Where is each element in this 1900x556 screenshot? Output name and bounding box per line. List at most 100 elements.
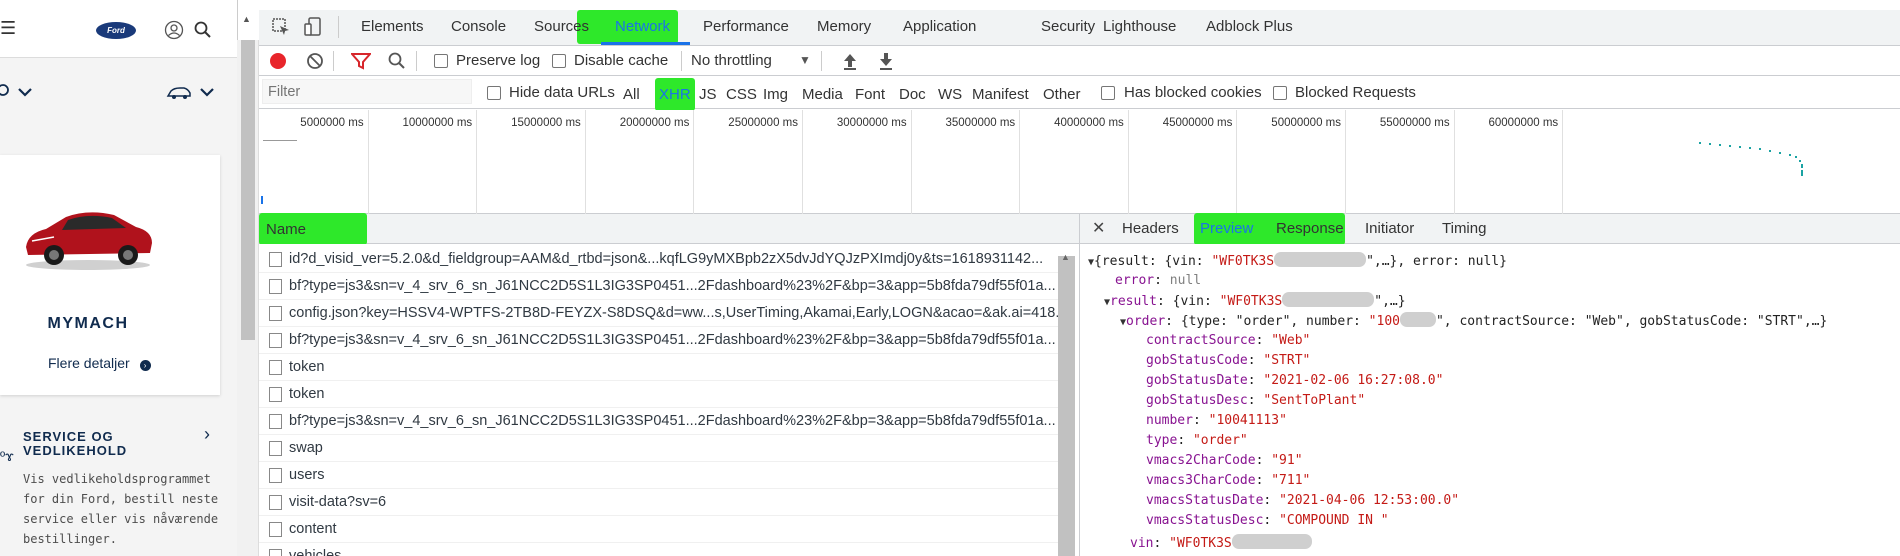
disable-cache-label: Disable cache — [574, 52, 669, 69]
json-value-tail: ",…} — [1374, 294, 1406, 309]
filter-placeholder: Filter — [268, 84, 301, 100]
timeline-gridline — [1127, 110, 1129, 214]
json-value: "WF0TK3S — [1169, 536, 1232, 551]
preserve-log-checkbox[interactable] — [434, 54, 448, 68]
name-column-header[interactable]: Name — [266, 221, 306, 238]
vehicle-card[interactable]: MYMACH Flere detaljer › — [0, 155, 220, 395]
toolbar-separator — [681, 51, 682, 71]
dropdown-arrow-icon[interactable]: ▼ — [799, 53, 811, 67]
tab-performance[interactable]: Performance — [703, 18, 789, 35]
filter-type-media[interactable]: Media — [802, 86, 843, 103]
import-har-icon[interactable] — [842, 52, 858, 70]
blocked-requests-checkbox[interactable] — [1273, 86, 1287, 100]
hide-data-urls-checkbox[interactable] — [487, 86, 501, 100]
filter-type-manifest[interactable]: Manifest — [972, 86, 1029, 103]
search-dropdown-icon[interactable] — [0, 84, 34, 102]
scroll-up-arrow-icon[interactable]: ▲ — [1061, 252, 1070, 262]
inspect-element-icon[interactable] — [271, 17, 291, 37]
request-row[interactable]: visit-data?sv=6 — [259, 489, 1059, 516]
has-blocked-cookies-checkbox[interactable] — [1101, 86, 1115, 100]
tab-timing[interactable]: Timing — [1442, 220, 1486, 237]
request-row[interactable]: config.json?key=HSSV4-WPTFS-2TB8D-FEYZX-… — [259, 300, 1059, 327]
json-vin-line: vin: "WF0TK3S — [1130, 534, 1312, 552]
car-dropdown-icon[interactable] — [166, 84, 218, 102]
timeline-tick-label: 55000000 ms — [1379, 117, 1450, 129]
tab-lighthouse[interactable]: Lighthouse — [1103, 18, 1176, 35]
document-icon — [269, 495, 282, 510]
device-toolbar-icon[interactable] — [303, 16, 323, 38]
json-root-line[interactable]: ▼{result: {vin: "WF0TK3S ",…}, error: nul… — [1088, 252, 1507, 271]
ford-logo[interactable]: Ford — [96, 22, 136, 39]
tab-initiator[interactable]: Initiator — [1365, 220, 1414, 237]
filter-type-img[interactable]: Img — [763, 86, 788, 103]
clear-icon[interactable] — [306, 52, 324, 70]
ford-header: ☰ Ford — [0, 0, 237, 58]
json-key: contractSource — [1146, 333, 1256, 348]
request-row[interactable]: vehicles — [259, 543, 1059, 556]
filter-type-xhr[interactable]: XHR — [659, 86, 691, 103]
toolbar-separator — [333, 51, 334, 71]
filter-input[interactable]: Filter — [262, 79, 472, 104]
filter-type-doc[interactable]: Doc — [899, 86, 926, 103]
request-row[interactable]: id?d_visid_ver=5.2.0&d_fieldgroup=AAM&d_… — [259, 246, 1059, 273]
json-field-line: number: "10041113" — [1146, 413, 1287, 428]
chevron-right-icon[interactable]: › — [204, 424, 210, 445]
toolbar-separator — [416, 51, 417, 71]
request-row[interactable]: bf?type=js3&sn=v_4_srv_6_sn_J61NCC2D5S1L… — [259, 408, 1059, 435]
json-key: gobStatusCode — [1146, 353, 1248, 368]
tab-memory[interactable]: Memory — [817, 18, 871, 35]
request-row[interactable]: bf?type=js3&sn=v_4_srv_6_sn_J61NCC2D5S1L… — [259, 327, 1059, 354]
requests-scrollbar-thumb[interactable] — [1058, 256, 1075, 556]
tab-application[interactable]: Application — [903, 18, 976, 35]
request-row[interactable]: swap — [259, 435, 1059, 462]
export-har-icon[interactable] — [878, 52, 894, 70]
tab-headers[interactable]: Headers — [1122, 220, 1179, 237]
json-result-line[interactable]: ▼result: {vin: "WF0TK3S ",…} — [1104, 292, 1406, 311]
timeline-tick-label: 15000000 ms — [511, 117, 581, 129]
tab-preview[interactable]: Preview — [1200, 220, 1253, 237]
json-value: null — [1169, 273, 1202, 288]
request-row[interactable]: users — [259, 462, 1059, 489]
json-field-line: vmacsStatusDate: "2021-04-06 12:53:00.0" — [1146, 493, 1460, 508]
tab-sources[interactable]: Sources — [534, 18, 589, 35]
close-icon[interactable]: ✕ — [1092, 218, 1105, 238]
request-row[interactable]: token — [259, 381, 1059, 408]
redacted-value — [1274, 252, 1367, 267]
has-blocked-cookies-label: Has blocked cookies — [1124, 84, 1262, 101]
request-row[interactable]: bf?type=js3&sn=v_4_srv_6_sn_J61NCC2D5S1L… — [259, 273, 1059, 300]
timeline-gridline — [367, 110, 369, 214]
timeline-gridline — [1562, 110, 1564, 214]
filter-type-all[interactable]: All — [623, 86, 640, 103]
filter-type-js[interactable]: JS — [699, 86, 717, 103]
request-row[interactable]: content — [259, 516, 1059, 543]
scroll-up-arrow-icon[interactable]: ▲ — [242, 14, 251, 24]
tab-network[interactable]: Network — [615, 18, 670, 35]
filter-type-ws[interactable]: WS — [938, 86, 962, 103]
json-field-line: gobStatusDesc: "SentToPlant" — [1146, 393, 1366, 408]
search-icon[interactable] — [388, 52, 406, 70]
tab-adblock-plus[interactable]: Adblock Plus — [1206, 18, 1293, 35]
tab-elements[interactable]: Elements — [361, 18, 424, 35]
filter-icon[interactable] — [351, 52, 371, 70]
page-scrollbar-thumb[interactable] — [241, 40, 255, 340]
json-order-line[interactable]: ▼order: {type: "order", number: "100 ", c… — [1120, 312, 1827, 331]
request-name: bf?type=js3&sn=v_4_srv_6_sn_J61NCC2D5S1L… — [289, 278, 1056, 294]
request-name: users — [289, 467, 325, 483]
request-row[interactable]: token — [259, 354, 1059, 381]
user-account-icon[interactable] — [164, 20, 184, 40]
record-icon[interactable] — [270, 53, 286, 69]
tab-response[interactable]: Response — [1276, 220, 1344, 237]
disable-cache-checkbox[interactable] — [552, 54, 566, 68]
vehicle-details-link[interactable]: Flere detaljer › — [48, 355, 151, 371]
filter-type-font[interactable]: Font — [855, 86, 885, 103]
filter-type-other[interactable]: Other — [1043, 86, 1081, 103]
filter-type-css[interactable]: CSS — [726, 86, 757, 103]
throttling-select[interactable]: No throttling — [691, 52, 772, 69]
tab-security[interactable]: Security — [1041, 18, 1095, 35]
service-title[interactable]: SERVICE OG VEDLIKEHOLD — [23, 430, 163, 458]
tab-console[interactable]: Console — [451, 18, 506, 35]
search-icon[interactable] — [194, 21, 212, 39]
hamburger-menu-icon[interactable]: ☰ — [0, 18, 16, 39]
json-value: "10041113" — [1208, 413, 1287, 428]
document-icon — [269, 468, 282, 483]
